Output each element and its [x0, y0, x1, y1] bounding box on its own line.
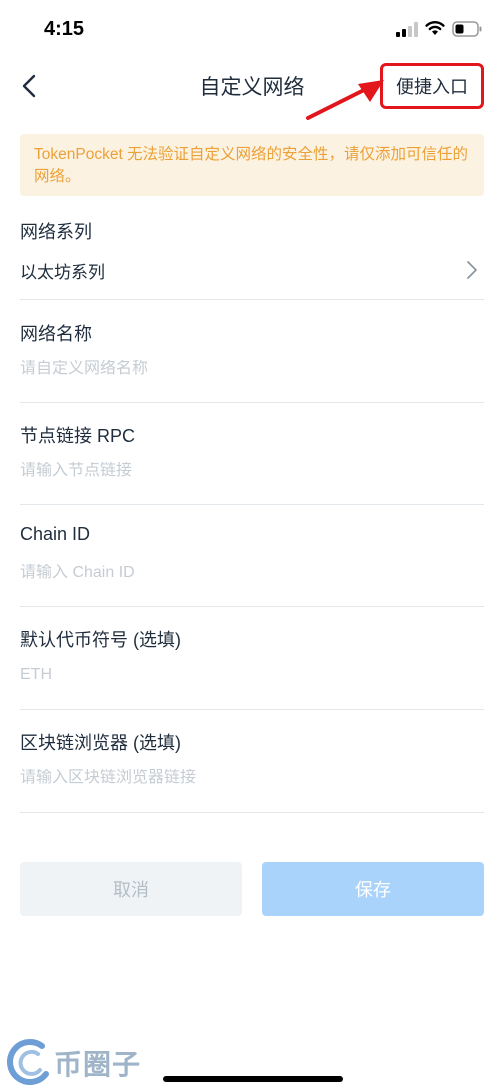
cancel-button[interactable]: 取消	[20, 862, 242, 916]
symbol-label: 默认代币符号 (选填)	[20, 630, 181, 650]
chevron-right-icon	[467, 261, 477, 279]
network-name-label: 网络名称	[20, 324, 92, 344]
rpc-label: 节点链接 RPC	[20, 426, 136, 446]
status-time: 4:15	[44, 18, 85, 40]
explorer-input[interactable]	[20, 769, 460, 787]
annotation-arrow-icon	[306, 80, 384, 120]
network-name-field: 网络名称	[20, 302, 484, 403]
watermark-logo-icon	[7, 1039, 49, 1085]
explorer-label: 区块链浏览器 (选填)	[20, 733, 181, 753]
home-indicator	[163, 1076, 343, 1082]
explorer-field: 区块链浏览器 (选填)	[20, 711, 484, 813]
wifi-icon	[425, 21, 445, 35]
network-series-label: 网络系列	[20, 222, 92, 242]
chain-id-input[interactable]	[20, 564, 460, 582]
rpc-field: 节点链接 RPC	[20, 404, 484, 505]
battery-icon	[452, 21, 482, 37]
network-series-value: 以太坊系列	[20, 263, 105, 282]
rpc-input[interactable]	[20, 462, 460, 480]
watermark-text: 币圈子	[54, 1048, 142, 1081]
status-bar: 4:15	[0, 0, 504, 60]
warning-banner: TokenPocket 无法验证自定义网络的安全性，请仅添加可信任的网络。	[20, 134, 484, 196]
symbol-field: 默认代币符号 (选填)	[20, 608, 484, 710]
shortcut-button[interactable]: 便捷入口	[380, 63, 484, 109]
chain-id-field: Chain ID	[20, 506, 484, 607]
save-button[interactable]: 保存	[262, 862, 484, 916]
watermark: 币圈子	[2, 1036, 162, 1090]
symbol-input[interactable]	[20, 666, 460, 684]
signal-icon	[396, 22, 418, 37]
chain-id-label: Chain ID	[20, 524, 91, 544]
nav-bar: 自定义网络 便捷入口	[0, 60, 504, 112]
network-series-field[interactable]: 网络系列 以太坊系列	[20, 200, 484, 300]
network-name-input[interactable]	[20, 360, 460, 378]
